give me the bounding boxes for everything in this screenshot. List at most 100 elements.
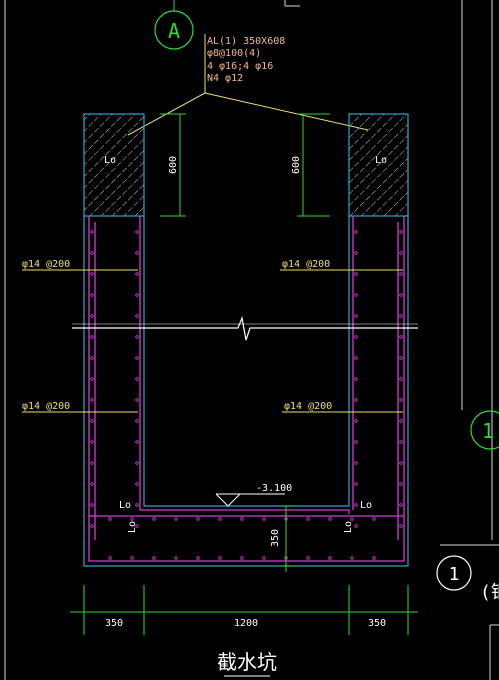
- rebar-dot: [399, 272, 403, 276]
- dim-bottom-3: 350: [368, 618, 386, 629]
- rebar-dot: [135, 251, 139, 255]
- rebar-dot: [354, 482, 358, 486]
- rebar-dot: [262, 556, 266, 560]
- rebar-dot: [135, 482, 139, 486]
- rebar-dot: [350, 556, 354, 560]
- rebar-label-lower-left: φ14 @200: [22, 401, 70, 412]
- rebar-dot: [399, 377, 403, 381]
- drawing-title: 截水坑: [217, 650, 277, 674]
- rebar-dot: [90, 335, 94, 339]
- rebar-dot: [135, 272, 139, 276]
- lo-label-vertical-left: Lo: [127, 521, 138, 533]
- break-line: [72, 315, 418, 341]
- rebar-dot: [399, 482, 403, 486]
- rebar-dot: [135, 461, 139, 465]
- rebar-label-upper-left: φ14 @200: [22, 259, 70, 270]
- rebar-dot: [218, 517, 222, 521]
- rebar-dot: [399, 419, 403, 423]
- elevation-label: -3.100: [256, 483, 292, 494]
- rebar-dot: [135, 503, 139, 507]
- rebar-dot: [152, 517, 156, 521]
- rebar-dot: [90, 314, 94, 318]
- rebar-dot: [196, 556, 200, 560]
- rebar-dot: [196, 517, 200, 521]
- lo-label-bottom-left: Lo: [119, 500, 131, 511]
- rebar-dot: [350, 517, 354, 521]
- rebar-dot: [354, 398, 358, 402]
- rebar-dot: [354, 503, 358, 507]
- rebar-dot: [328, 517, 332, 521]
- rebar-label-lower-right: φ14 @200: [284, 401, 332, 412]
- concrete-outline: [83, 216, 409, 567]
- rebar-dot: [372, 517, 376, 521]
- grid-label-a: A: [168, 19, 180, 43]
- rebar-dot: [354, 461, 358, 465]
- dim-bottom-1: 350: [105, 618, 123, 629]
- rebar-dot: [152, 556, 156, 560]
- rebar-dot: [218, 556, 222, 560]
- rebar-dot: [354, 335, 358, 339]
- lo-label-bottom-right: Lo: [360, 500, 372, 511]
- rebar-dot: [354, 230, 358, 234]
- beam-callout: AL(1) 350X608 φ8@100(4) 4 φ16;4 φ16 N4 φ…: [127, 34, 369, 136]
- grid-label-1-bottom: 1: [449, 564, 460, 585]
- rebar-dot: [399, 251, 403, 255]
- rebar-dot: [354, 440, 358, 444]
- grid-label-1-right: 1: [482, 419, 494, 443]
- grid-bubble-1-bottom: 1 (钢: [436, 555, 499, 603]
- rebar-lines: [88, 216, 405, 562]
- rebar-dot: [108, 556, 112, 560]
- rebar-dot: [90, 482, 94, 486]
- rebar-dot: [135, 314, 139, 318]
- rebar-dot: [399, 335, 403, 339]
- rebar-dot: [240, 517, 244, 521]
- rebar-dot: [399, 230, 403, 234]
- rebar-dot: [135, 293, 139, 297]
- grid-bubble-a: A: [154, 0, 194, 50]
- rebar-dot: [354, 356, 358, 360]
- rebar-dot: [135, 356, 139, 360]
- rebar-dot: [399, 461, 403, 465]
- elevation-marker: [215, 493, 285, 507]
- rebar-dot: [135, 440, 139, 444]
- grid-bubble-1-right: 1: [470, 410, 499, 450]
- rebar-dot: [354, 377, 358, 381]
- rebar-dot: [354, 314, 358, 318]
- rebar-dot: [90, 251, 94, 255]
- rebar-dot: [130, 556, 134, 560]
- rebar-dot: [399, 524, 403, 528]
- rebar-dot: [174, 556, 178, 560]
- rebar-dot: [90, 293, 94, 297]
- rebar-dot: [328, 556, 332, 560]
- rebar-dot: [108, 517, 112, 521]
- dim-600-left-label: 600: [168, 156, 179, 174]
- lo-label-vertical-right: Lo: [343, 521, 354, 533]
- rebar-dot: [354, 293, 358, 297]
- dim-600-right-label: 600: [291, 156, 302, 174]
- rebar-dot: [354, 524, 358, 528]
- rebar-dot: [135, 398, 139, 402]
- rebar-dot: [135, 377, 139, 381]
- rebar-dot: [90, 461, 94, 465]
- rebar-dot: [399, 503, 403, 507]
- rebar-dot: [130, 517, 134, 521]
- lo-label-top-left: Lo: [104, 155, 116, 166]
- rebar-dot: [354, 419, 358, 423]
- rebar-dot: [90, 377, 94, 381]
- drawing-canvas: A 1 1 (钢 AL(1) 350X608 φ8@100(4) 4 φ16;4…: [4, 0, 499, 680]
- rebar-dot: [90, 356, 94, 360]
- rebar-dot: [399, 398, 403, 402]
- rebar-dot: [372, 556, 376, 560]
- dim-bottom-2: 1200: [234, 618, 258, 629]
- rebar-leaders: [22, 269, 403, 413]
- partial-text: (钢: [480, 582, 499, 603]
- rebar-dot: [174, 517, 178, 521]
- rebar-dot: [90, 398, 94, 402]
- callout-line-1: AL(1) 350X608: [207, 36, 285, 47]
- rebar-dot: [399, 293, 403, 297]
- callout-line-4: N4 φ12: [207, 73, 243, 84]
- dim-350-vertical-label: 350: [270, 529, 281, 547]
- rebar-dot: [354, 272, 358, 276]
- frame-lines: [4, 0, 499, 680]
- lo-label-top-right: Lo: [375, 155, 387, 166]
